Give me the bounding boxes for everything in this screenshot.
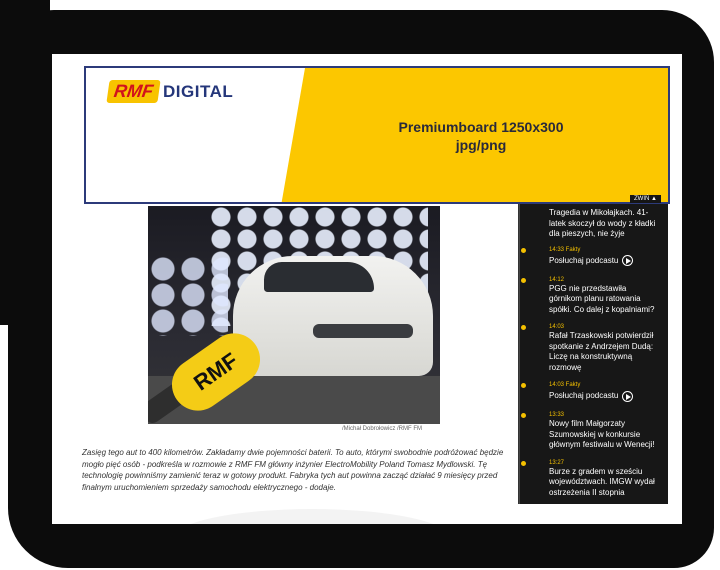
podcast-label: Posłuchaj podcastu bbox=[549, 391, 619, 400]
timeline-dot bbox=[521, 325, 526, 330]
news-item[interactable]: 14:12 PGG nie przedstawiła górnikom plan… bbox=[519, 275, 668, 324]
news-title: Burze z gradem w sześciu województwach. … bbox=[549, 466, 655, 497]
logo-digital: DIGITAL bbox=[163, 81, 234, 101]
news-title: PGG nie przedstawiła górnikom planu rato… bbox=[549, 283, 655, 314]
news-title: Tragedia w Mikołajkach. 41-latek skoczył… bbox=[549, 208, 656, 238]
news-time: 13:27 bbox=[549, 459, 565, 466]
timeline-dot bbox=[521, 413, 526, 418]
news-title: Nowy film Małgorzaty Szumowskiej w konku… bbox=[549, 419, 655, 449]
podcast-link[interactable]: Posłuchaj podcastu bbox=[549, 254, 660, 268]
timeline-dot bbox=[521, 460, 526, 466]
timeline-dot bbox=[521, 277, 526, 283]
timeline-dot bbox=[521, 247, 526, 253]
news-time: 14:03 Fakty bbox=[549, 382, 581, 388]
podcast-label: Posłuchaj podcastu bbox=[549, 255, 619, 265]
collapse-button[interactable]: ZWIŃ ▲ bbox=[630, 195, 661, 203]
news-item[interactable]: 13:33 Nowy film Małgorzaty Szumowskiej w… bbox=[519, 411, 668, 459]
play-icon[interactable] bbox=[622, 255, 634, 266]
news-time: 14:03 bbox=[549, 324, 565, 330]
podcast-link[interactable]: Posłuchaj podcastu bbox=[549, 389, 660, 403]
ad-line-2: jpg/png bbox=[455, 137, 507, 153]
news-time: 14:33 Fakty bbox=[549, 246, 581, 253]
ad-line-1: Premiumboard 1250x300 bbox=[398, 119, 564, 135]
news-item[interactable]: 14:33 Fakty Posłuchaj podcastu bbox=[519, 245, 668, 276]
screen: RMF DIGITAL Premiumboard 1250x300 jpg/pn… bbox=[52, 54, 682, 524]
article-photo: RMF bbox=[148, 206, 440, 424]
news-time: 13:33 bbox=[549, 412, 565, 418]
logo-rmf: RMF bbox=[106, 80, 161, 103]
bottom-decoration bbox=[172, 509, 452, 524]
device-frame-edge bbox=[0, 0, 50, 325]
news-title: Rafał Trzaskowski potwierdził spotkanie … bbox=[549, 331, 654, 372]
news-item[interactable]: 14:03 Fakty Posłuchaj podcastu bbox=[519, 381, 668, 411]
rmf-digital-logo: RMF DIGITAL bbox=[106, 80, 234, 103]
car-windshield bbox=[264, 262, 374, 292]
ad-placeholder-text: Premiumboard 1250x300 jpg/png bbox=[386, 118, 576, 154]
photo-caption: /Michał Dobrołowicz /RMF FM bbox=[342, 426, 423, 432]
light-wall-left bbox=[148, 256, 228, 336]
car-grille bbox=[313, 324, 413, 338]
play-icon[interactable] bbox=[622, 390, 634, 402]
news-item[interactable]: 14:03 Rafał Trzaskowski potwierdził spot… bbox=[519, 323, 668, 381]
timeline-dot bbox=[521, 383, 526, 388]
premiumboard-ad[interactable]: RMF DIGITAL Premiumboard 1250x300 jpg/pn… bbox=[84, 66, 670, 204]
news-sidebar: Tragedia w Mikołajkach. 41-latek skoczył… bbox=[518, 204, 668, 504]
news-time: 14:12 bbox=[549, 276, 565, 283]
news-item[interactable]: Tragedia w Mikołajkach. 41-latek skoczył… bbox=[519, 204, 668, 246]
news-item[interactable]: 13:27 Burze z gradem w sześciu województ… bbox=[519, 458, 668, 504]
article-paragraph: Zasięg tego aut to 400 kilometrów. Zakła… bbox=[82, 448, 504, 492]
